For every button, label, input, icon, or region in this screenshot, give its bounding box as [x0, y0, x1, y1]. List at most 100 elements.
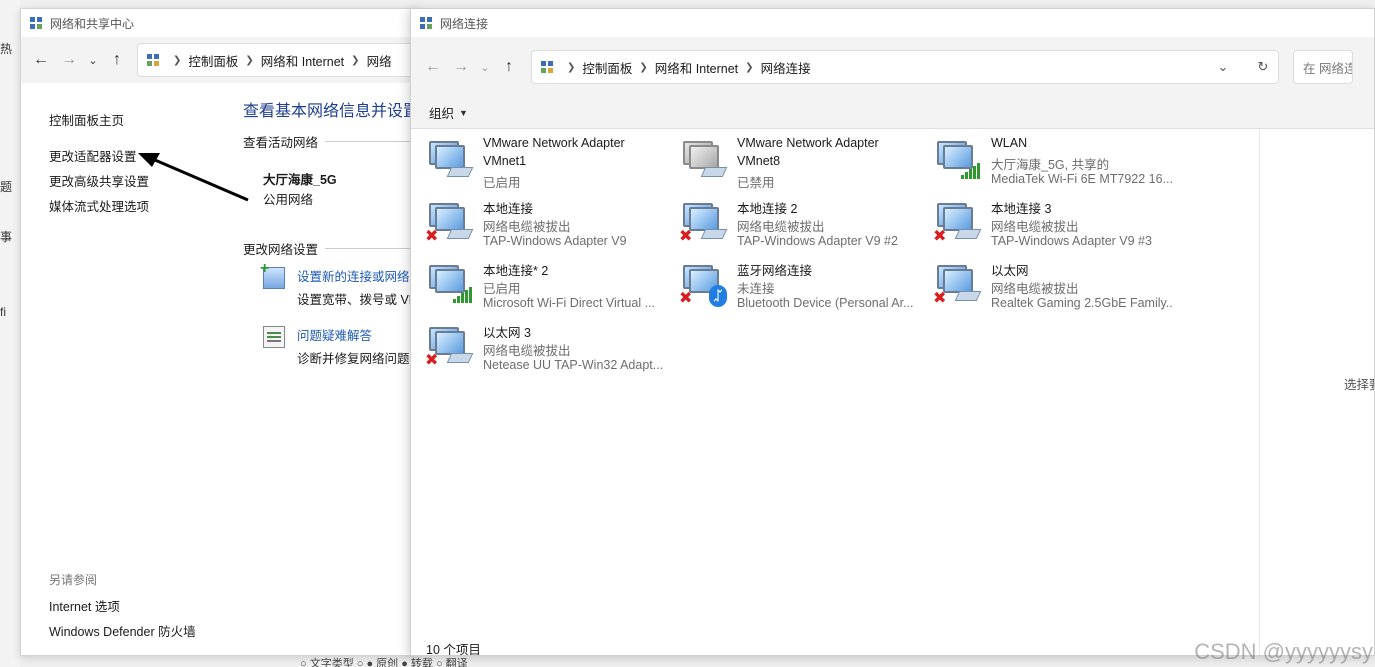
adapter-list: VMware Network Adapter VMnet1 已启用 VMware… — [411, 129, 1256, 629]
page-title: 查看基本网络信息并设置 — [243, 103, 420, 120]
window-title: 网络和共享中心 — [50, 16, 135, 31]
breadcrumb-item[interactable]: 网络和 Internet — [261, 51, 344, 70]
adapter-name: VMware Network Adapter — [483, 136, 625, 150]
address-dropdown-chevron-icon[interactable]: ⌄ — [1208, 59, 1238, 75]
back-arrow-icon[interactable]: ← — [419, 53, 447, 81]
network-adapter-unplugged-icon: ✖ — [425, 203, 474, 247]
control-panel-icon — [540, 59, 556, 75]
bluetooth-adapter-icon: ✖ ᛢ — [679, 265, 727, 309]
breadcrumb-item[interactable]: 网络连接 — [761, 58, 811, 77]
adapter-name: 本地连接 2 — [737, 202, 798, 216]
adapter-status: 网络电缆被拔出 — [991, 220, 1079, 234]
address-bar[interactable]: ❯ 控制面板 ❯ 网络和 Internet ❯ 网络 — [137, 43, 417, 77]
adapter-item-local-1[interactable]: ✖ 本地连接 网络电缆被拔出 TAP-Windows Adapter V9 — [411, 191, 665, 253]
network-connections-icon — [419, 16, 433, 30]
adapter-status: 大厅海康_5G, 共享的 — [991, 158, 1110, 172]
up-arrow-icon[interactable]: ↑ — [495, 53, 523, 81]
adapter-item-local-3[interactable]: ✖ 本地连接 3 网络电缆被拔出 TAP-Windows Adapter V9 … — [919, 191, 1173, 253]
error-x-icon: ✖ — [679, 290, 693, 307]
adapter-status: 网络电缆被拔出 — [483, 220, 571, 234]
network-center-main: 查看基本网络信息并设置 查看活动网络 大厅海康_5G 公用网络 更改网络设置 设… — [243, 83, 420, 655]
window-titlebar[interactable]: 网络连接 — [411, 9, 1374, 37]
network-type: 公用网络 — [263, 193, 314, 207]
details-pane: 选择要 — [1259, 129, 1374, 655]
adapter-name: 以太网 — [991, 264, 1029, 278]
navigation-bar: ← → ⌄ ↑ ❯ 控制面板 ❯ 网络和 Internet ❯ 网络连接 ⌄ ↻… — [411, 37, 1374, 97]
item-count-status: 10 个项目 — [426, 643, 481, 656]
network-center-icon — [29, 16, 43, 30]
adapter-name: WLAN — [991, 136, 1028, 150]
desktop-edge-text: fi — [0, 305, 6, 319]
network-adapter-disabled-icon — [683, 141, 728, 185]
breadcrumb-item[interactable]: 网络 — [367, 51, 392, 70]
navigation-bar: ← → ⌄ ↑ ❯ 控制面板 ❯ 网络和 Internet ❯ 网络 — [21, 37, 419, 83]
network-adapter-unplugged-icon: ✖ — [679, 203, 728, 247]
recent-locations-chevron-icon[interactable]: ⌄ — [83, 46, 103, 74]
adapter-item-vmnet1[interactable]: VMware Network Adapter VMnet1 已启用 — [411, 129, 665, 191]
setup-connection-desc: 设置宽带、拨号或 VP — [297, 293, 418, 307]
adapter-device: MediaTek Wi-Fi 6E MT7922 16... — [991, 172, 1173, 186]
network-setup-icon — [260, 260, 285, 289]
adapter-item-ethernet-3[interactable]: ✖ 以太网 3 网络电缆被拔出 Netease UU TAP-Win32 Ada… — [411, 315, 665, 377]
network-adapter-unplugged-icon: ✖ — [933, 265, 982, 309]
breadcrumb-separator-icon: ❯ — [745, 61, 754, 73]
adapter-name: 蓝牙网络连接 — [737, 264, 813, 278]
network-sharing-center-window: 网络和共享中心 ← → ⌄ ↑ ❯ 控制面板 ❯ 网络和 Internet ❯ … — [20, 8, 420, 656]
desktop-edge-text: 热 — [0, 42, 13, 56]
adapter-name-line2: VMnet1 — [483, 154, 527, 168]
troubleshoot-link[interactable]: 问题疑难解答 — [297, 325, 372, 344]
recent-locations-chevron-icon[interactable]: ⌄ — [475, 53, 495, 81]
background-options-text: ○ 文字类型 ○ ● 原创 ● 转载 ○ 翻译 — [300, 658, 468, 667]
adapter-name: 本地连接* 2 — [483, 264, 549, 278]
organize-menu-button[interactable]: 组织 — [429, 103, 454, 122]
sidebar-link-internet-options[interactable]: Internet 选项 — [49, 596, 120, 615]
desktop-edge: 热 题 事 fi — [0, 0, 20, 667]
adapter-device: TAP-Windows Adapter V9 #3 — [991, 234, 1152, 248]
breadcrumb-item[interactable]: 控制面板 — [188, 51, 238, 70]
bluetooth-icon: ᛢ — [709, 285, 727, 307]
error-x-icon: ✖ — [933, 228, 947, 245]
forward-arrow-icon[interactable]: → — [447, 53, 475, 81]
forward-arrow-icon[interactable]: → — [55, 46, 83, 74]
adapter-item-local-star-2[interactable]: 本地连接* 2 已启用 Microsoft Wi-Fi Direct Virtu… — [411, 253, 665, 315]
window-titlebar[interactable]: 网络和共享中心 — [21, 9, 419, 37]
error-x-icon: ✖ — [933, 290, 947, 307]
sidebar-link-control-panel-home[interactable]: 控制面板主页 — [49, 110, 124, 129]
adapter-item-local-2[interactable]: ✖ 本地连接 2 网络电缆被拔出 TAP-Windows Adapter V9 … — [665, 191, 919, 253]
up-arrow-icon[interactable]: ↑ — [103, 46, 131, 74]
desktop-edge-text: 事 — [0, 230, 13, 244]
network-name: 大厅海康_5G — [263, 173, 337, 187]
command-bar: 组织 ▼ — [411, 97, 1374, 129]
breadcrumb-separator-icon: ❯ — [245, 54, 254, 66]
network-adapter-icon — [429, 141, 474, 185]
annotation-arrow-icon — [138, 153, 249, 202]
breadcrumb-separator-icon: ❯ — [173, 54, 182, 66]
signal-bars-icon — [961, 161, 983, 179]
organize-caret-icon: ▼ — [459, 107, 468, 118]
error-x-icon: ✖ — [425, 352, 439, 369]
adapter-status: 网络电缆被拔出 — [483, 344, 571, 358]
refresh-icon[interactable]: ↻ — [1248, 59, 1278, 75]
breadcrumb-separator-icon: ❯ — [639, 61, 648, 73]
breadcrumb-item[interactable]: 控制面板 — [582, 58, 632, 77]
sidebar-link-windows-firewall[interactable]: Windows Defender 防火墙 — [49, 621, 196, 640]
adapter-status: 已启用 — [483, 282, 521, 296]
error-x-icon: ✖ — [679, 228, 693, 245]
breadcrumb-item[interactable]: 网络和 Internet — [655, 58, 738, 77]
change-settings-label: 更改网络设置 — [243, 243, 319, 257]
search-input[interactable]: 在 网络连 — [1293, 50, 1353, 84]
adapter-status: 未连接 — [737, 282, 775, 296]
sidebar-link-change-adapter-settings[interactable]: 更改适配器设置 — [49, 146, 137, 165]
address-bar[interactable]: ❯ 控制面板 ❯ 网络和 Internet ❯ 网络连接 ⌄ ↻ — [531, 50, 1279, 84]
adapter-item-ethernet[interactable]: ✖ 以太网 网络电缆被拔出 Realtek Gaming 2.5GbE Fami… — [919, 253, 1173, 315]
adapter-item-wlan[interactable]: WLAN 大厅海康_5G, 共享的 MediaTek Wi-Fi 6E MT79… — [919, 129, 1173, 191]
adapter-name: 本地连接 3 — [991, 202, 1052, 216]
details-hint: 选择要 — [1344, 378, 1374, 392]
wifi-adapter-icon — [937, 141, 981, 185]
back-arrow-icon[interactable]: ← — [27, 46, 55, 74]
adapter-item-bluetooth[interactable]: ✖ ᛢ 蓝牙网络连接 未连接 Bluetooth Device (Personal… — [665, 253, 919, 315]
setup-connection-link[interactable]: 设置新的连接或网络 — [297, 266, 410, 285]
wifi-adapter-icon — [429, 265, 473, 309]
adapter-item-vmnet8[interactable]: VMware Network Adapter VMnet8 已禁用 — [665, 129, 919, 191]
troubleshoot-desc: 诊断并修复网络问题, — [297, 352, 413, 366]
